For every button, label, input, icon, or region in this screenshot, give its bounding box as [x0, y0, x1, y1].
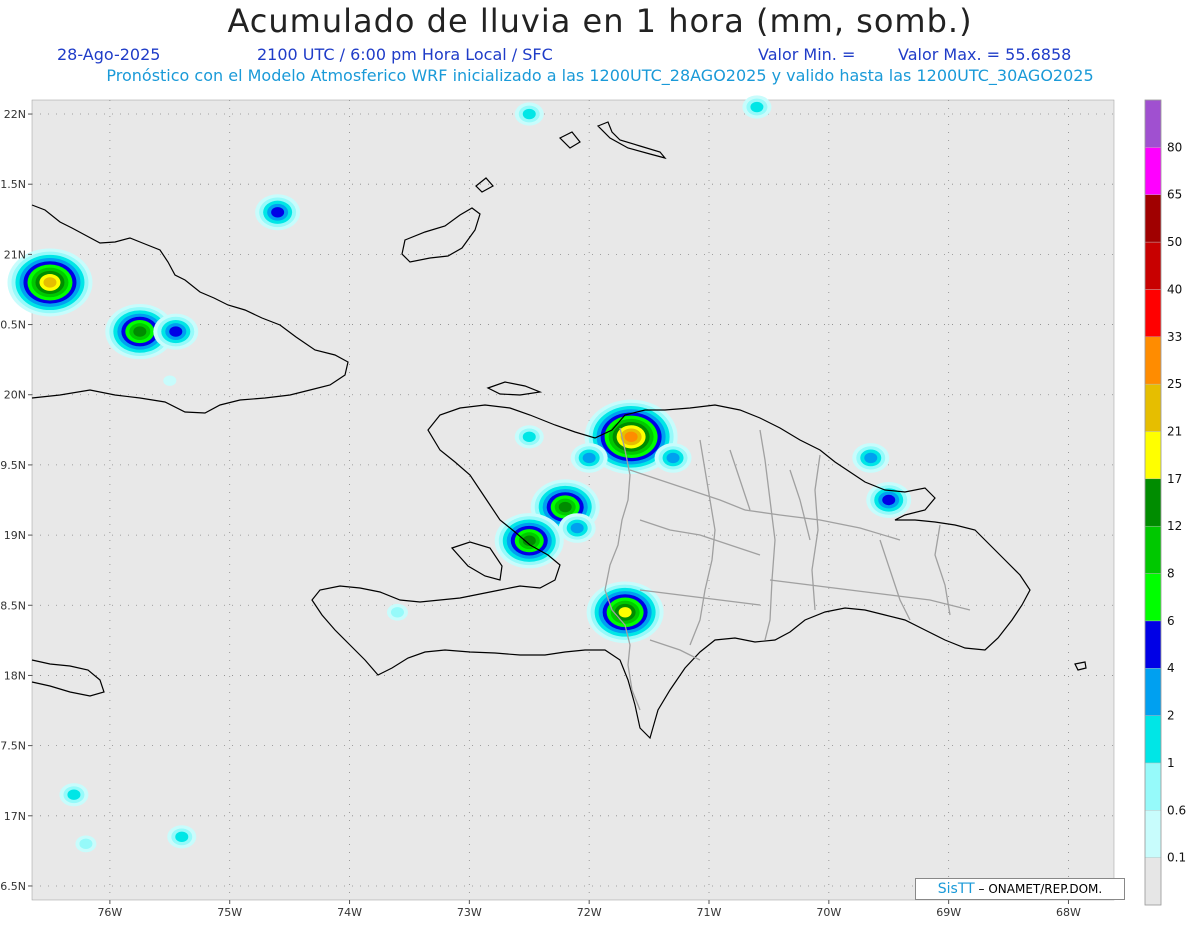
- colorbar-swatch: [1144, 147, 1162, 195]
- colorbar-label: 0.6: [1167, 803, 1186, 817]
- lat-tick-label: 8.5N: [0, 599, 26, 612]
- rain-ring: [163, 375, 177, 386]
- rain-ring: [133, 326, 147, 337]
- colorbar-swatch: [1144, 620, 1162, 669]
- rain-ring: [666, 452, 680, 464]
- colorbar-swatch: [1144, 289, 1162, 337]
- rain-cell: [163, 375, 177, 386]
- rain-cell: [852, 443, 890, 473]
- colorbar-swatch: [1144, 336, 1162, 385]
- rain-ring: [522, 431, 536, 443]
- colorbar-swatch: [1144, 715, 1162, 764]
- rain-ring: [522, 108, 536, 120]
- rain-cell: [586, 581, 664, 644]
- rain-ring: [618, 607, 632, 618]
- rain-ring: [79, 838, 93, 850]
- colorbar-label: 1: [1167, 756, 1175, 770]
- colorbar-label: 0.1: [1167, 851, 1186, 865]
- rain-ring: [271, 207, 285, 218]
- lat-tick-label: 1.5N: [0, 178, 26, 191]
- colorbar-swatch: [1144, 810, 1162, 858]
- colorbar-label: 80: [1167, 140, 1182, 154]
- rain-ring: [43, 277, 57, 288]
- lat-tick-label: 21N: [4, 248, 26, 261]
- colorbar-label: 2: [1167, 709, 1175, 723]
- rain-ring: [882, 494, 896, 506]
- rain-ring: [558, 501, 572, 513]
- colorbar-swatch: [1144, 431, 1162, 480]
- rain-cell: [514, 102, 544, 126]
- rain-ring: [864, 452, 878, 464]
- lon-tick-label: 70W: [816, 906, 841, 919]
- rain-cell: [153, 313, 199, 350]
- colorbar-swatch: [1144, 241, 1162, 290]
- lat-tick-label: 6.5N: [0, 880, 26, 893]
- rain-ring: [750, 101, 764, 113]
- colorbar-label: 8: [1167, 567, 1175, 581]
- colorbar-label: 50: [1167, 235, 1182, 249]
- colorbar-swatch: [1144, 99, 1162, 148]
- rain-cell: [742, 95, 772, 119]
- rain-cell: [514, 425, 544, 449]
- colorbar-swatch: [1144, 525, 1162, 574]
- lat-tick-label: 20N: [4, 389, 26, 402]
- colorbar-swatch: [1144, 194, 1162, 243]
- colorbar-label: 33: [1167, 330, 1182, 344]
- credit-brand: SisTT: [937, 881, 975, 897]
- lat-tick-label: 17N: [4, 810, 26, 823]
- colorbar-label: 6: [1167, 614, 1175, 628]
- rain-cell: [167, 825, 197, 849]
- colorbar-label: 21: [1167, 424, 1182, 438]
- colorbar-swatch: [1144, 383, 1162, 432]
- rain-cell: [558, 513, 596, 543]
- lon-tick-label: 69W: [936, 906, 961, 919]
- rain-ring: [67, 789, 81, 800]
- colorbar-label: 17: [1167, 472, 1182, 486]
- rain-ring: [390, 607, 404, 618]
- credit-text: – ONAMET/REP.DOM.: [974, 882, 1103, 896]
- rain-cell: [386, 603, 408, 621]
- colorbar-swatch: [1144, 762, 1162, 811]
- lat-tick-label: 9.5N: [0, 459, 26, 472]
- colorbar-label: 40: [1167, 282, 1182, 296]
- lon-tick-label: 74W: [337, 906, 362, 919]
- lon-tick-label: 76W: [97, 906, 122, 919]
- colorbar-swatch: [1144, 668, 1162, 716]
- colorbar-label: 25: [1167, 377, 1182, 391]
- rain-cell: [866, 482, 912, 518]
- lon-tick-label: 72W: [577, 906, 602, 919]
- lon-tick-label: 73W: [457, 906, 482, 919]
- colorbar-legend: 0.10.612468121721253340506580: [1144, 99, 1186, 906]
- lon-tick-label: 75W: [217, 906, 242, 919]
- rain-cell: [75, 835, 97, 853]
- lat-tick-label: 18N: [4, 669, 26, 682]
- colorbar-swatch: [1144, 573, 1162, 622]
- colorbar-label: 65: [1167, 188, 1182, 202]
- rain-ring: [169, 326, 183, 337]
- lon-tick-label: 71W: [697, 906, 722, 919]
- lon-tick-label: 68W: [1056, 906, 1081, 919]
- rainfall-map: 76W 75W 74W 73W 72W 71W 70W 69W 68W 22N 1.5N 21N 0.5…: [0, 95, 1186, 919]
- rain-ring: [624, 431, 638, 443]
- lat-tick-label: 0.5N: [0, 319, 26, 332]
- colorbar-swatch: [1144, 478, 1162, 527]
- rain-cell: [570, 443, 608, 473]
- lat-tick-label: 7.5N: [0, 740, 26, 753]
- rain-ring: [582, 452, 596, 464]
- colorbar-swatch: [1144, 857, 1162, 906]
- rain-cell: [654, 443, 692, 473]
- colorbar-label: 12: [1167, 519, 1182, 533]
- colorbar-label: 4: [1167, 661, 1175, 675]
- lat-tick-label: 19N: [4, 529, 26, 542]
- lat-tick-label: 22N: [4, 108, 26, 121]
- rain-cell: [59, 783, 89, 807]
- rain-cell: [255, 194, 301, 231]
- rain-ring: [175, 831, 189, 843]
- credit-box: SisTT – ONAMET/REP.DOM.: [915, 878, 1125, 900]
- rain-ring: [570, 522, 584, 534]
